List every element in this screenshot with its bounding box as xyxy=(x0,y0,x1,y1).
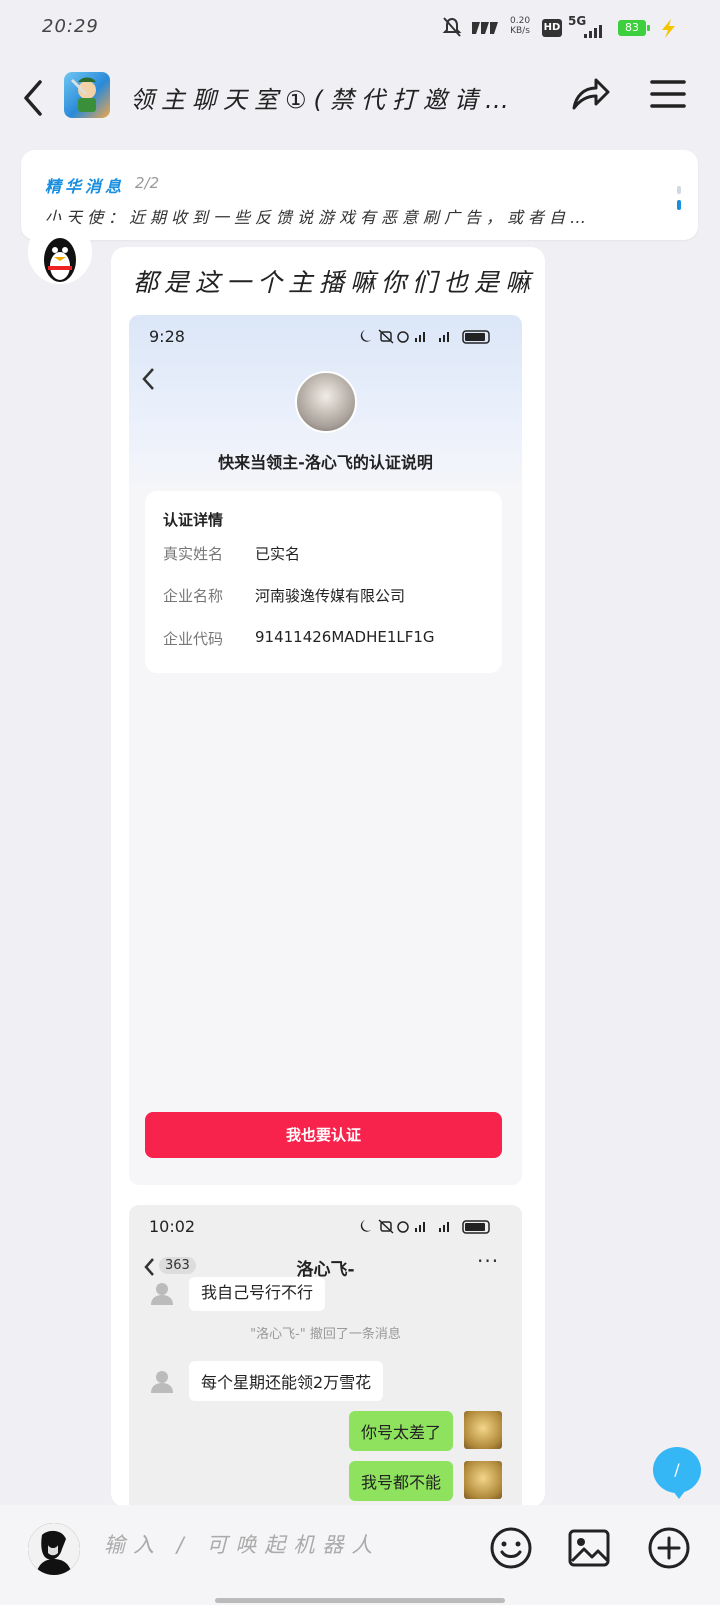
pinned-label: 精华消息 xyxy=(45,177,126,196)
message-bubble[interactable]: 都是这一个主播嘛你们也是嘛 9:28 快来当领主-洛心飞的认证说明 认证详情 真… xyxy=(111,247,545,1507)
screenshot-back-icon xyxy=(142,368,154,390)
emoji-icon[interactable] xyxy=(488,1525,534,1571)
card-title: 认证详情 xyxy=(163,511,224,529)
share-icon[interactable] xyxy=(568,72,612,116)
pinned-count: 2/2 xyxy=(135,174,160,192)
screenshot-time: 10:02 xyxy=(149,1217,196,1236)
battery-indicator: 83 xyxy=(618,20,650,36)
verification-card: 认证详情 真实姓名 已实名 企业名称 河南骏逸传媒有限公司 企业代码 91411… xyxy=(145,491,502,673)
mute-bell-icon xyxy=(442,17,462,37)
pinned-message-bar[interactable]: 精华消息 2/2 小天使：近期收到一些反馈说游戏有恶意刷广告，或者自… xyxy=(21,150,698,240)
back-arrow-icon[interactable] xyxy=(20,78,46,118)
screenshot-status-icons xyxy=(360,329,490,344)
more-options-icon: ··· xyxy=(477,1249,500,1273)
status-bar: 20:29 0.20 KB/s HD 5G 83 xyxy=(0,0,720,58)
hd-badge: HD xyxy=(542,19,562,37)
self-avatar-small xyxy=(464,1411,502,1449)
chat-header: 领主聊天室①(禁代打邀请… xyxy=(0,58,720,138)
attached-screenshot-1[interactable]: 9:28 快来当领主-洛心飞的认证说明 认证详情 真实姓名 已实名 企业名称 河… xyxy=(129,315,522,1185)
row-value: 河南骏逸传媒有限公司 xyxy=(255,587,406,605)
net-speed: 0.20 KB/s xyxy=(510,16,531,36)
pinned-text: 小天使：近期收到一些反馈说游戏有恶意刷广告，或者自… xyxy=(45,208,592,227)
row-label: 真实姓名 xyxy=(163,545,224,563)
plus-icon[interactable] xyxy=(646,1525,692,1571)
message-text: 都是这一个主播嘛你们也是嘛 xyxy=(133,268,537,297)
image-icon[interactable] xyxy=(566,1525,612,1571)
home-indicator[interactable] xyxy=(215,1598,505,1603)
recall-notice: "洛心飞-" 撤回了一条消息 xyxy=(250,1327,401,1342)
charging-icon xyxy=(662,19,675,38)
network-boost-icon xyxy=(472,22,498,34)
self-avatar-small xyxy=(464,1461,502,1499)
verify-button: 我也要认证 xyxy=(145,1112,502,1158)
chat-contact-name: 洛心飞- xyxy=(296,1260,355,1280)
row-value: 91411426MADHE1LF1G xyxy=(255,628,435,646)
row-value: 已实名 xyxy=(255,545,301,563)
input-bar: 输入 / 可唤起机器人 xyxy=(0,1505,720,1605)
group-avatar[interactable] xyxy=(64,72,110,118)
attached-screenshot-2[interactable]: 10:02 363 洛心飞- ··· 我自己号行不行 "洛心飞-" 撤回了一条消… xyxy=(129,1205,522,1507)
message-input[interactable]: 输入 / 可唤起机器人 xyxy=(104,1529,444,1559)
row-label: 企业代码 xyxy=(163,630,224,648)
sender-avatar[interactable] xyxy=(28,220,92,284)
chat-bubble-left: 每个星期还能领2万雪花 xyxy=(189,1361,384,1401)
screenshot-status-icons xyxy=(360,1219,490,1234)
contact-avatar-icon xyxy=(151,1283,173,1305)
chat-bubble-right: 你号太差了 xyxy=(349,1411,454,1451)
chat-bubble-right: 我号都不能 xyxy=(349,1461,454,1501)
my-avatar[interactable] xyxy=(28,1523,80,1575)
robot-shortcut-button[interactable]: / xyxy=(653,1447,701,1499)
contact-avatar-icon xyxy=(151,1371,173,1393)
status-time: 20:29 xyxy=(42,16,99,37)
row-label: 企业名称 xyxy=(163,587,224,605)
group-title: 领主聊天室①(禁代打邀请… xyxy=(130,86,516,114)
penguin-icon xyxy=(28,220,92,284)
pinned-page-indicator xyxy=(677,186,681,210)
chat-bubble-left: 我自己号行不行 xyxy=(189,1277,326,1311)
screenshot-time: 9:28 xyxy=(149,327,185,346)
signal-icon xyxy=(584,25,602,38)
streamer-avatar xyxy=(295,371,357,433)
menu-icon[interactable] xyxy=(648,76,688,112)
screenshot-title: 快来当领主-洛心飞的认证说明 xyxy=(218,453,433,472)
